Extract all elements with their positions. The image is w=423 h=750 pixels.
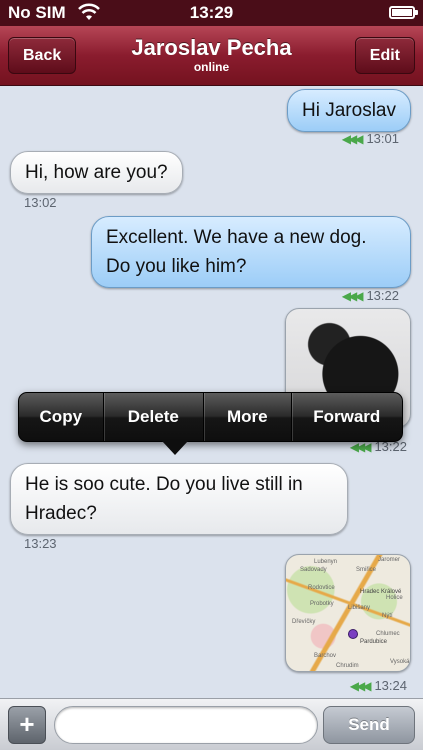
message-bubble[interactable]: Hi Jaroslav (287, 89, 411, 132)
map-pin-icon (348, 629, 358, 639)
map-label: Nýtí (382, 613, 393, 619)
message-bubble[interactable]: Hi, how are you? (10, 151, 183, 194)
message-meta: ◀◀◀ 13:22 (342, 288, 399, 303)
map-label: Vysoká (390, 659, 410, 665)
battery-charging-icon (389, 6, 418, 19)
message-time: 13:02 (24, 195, 57, 210)
copy-menu-item[interactable]: Copy (19, 393, 104, 441)
message-meta: ◀◀◀ 13:01 (342, 131, 399, 146)
map-label: Barchov (314, 653, 337, 659)
status-bar: No SIM 13:29 (0, 0, 423, 26)
clock: 13:29 (189, 3, 234, 22)
message-time: 13:23 (24, 536, 57, 551)
add-attachment-button[interactable]: + (8, 706, 46, 744)
map-label: Lubenyn (314, 559, 338, 565)
input-bar: + Send (0, 698, 423, 750)
map-label: Smiřice (356, 567, 377, 573)
message-time: 13:24 (374, 678, 407, 693)
map-label: Probotky (310, 601, 334, 607)
delivered-ticks-icon: ◀◀◀ (349, 440, 372, 454)
map-label: Chrudim (336, 663, 359, 669)
delivered-ticks-icon: ◀◀◀ (341, 289, 364, 303)
map-label: Rodovtice (308, 585, 335, 591)
delivered-ticks-icon: ◀◀◀ (341, 132, 364, 146)
message-time: 13:01 (366, 131, 399, 146)
edit-button[interactable]: Edit (354, 37, 415, 74)
send-button[interactable]: Send (323, 706, 415, 744)
map-label: Sadovady (300, 567, 327, 573)
map-location-message[interactable]: Lubenyn Jaromer Sadovady Smiřice Rodovti… (285, 554, 411, 672)
context-menu: Copy Delete More Forward (18, 392, 403, 442)
map-label: Dřevíčky (292, 619, 316, 625)
message-time: 13:22 (366, 288, 399, 303)
message-bubble[interactable]: Excellent. We have a new dog. Do you lik… (91, 216, 411, 288)
nav-bar: Back Jaroslav Pecha online Edit (0, 26, 423, 86)
message-meta: ◀◀◀ 13:24 (350, 678, 407, 693)
more-menu-item[interactable]: More (204, 393, 292, 441)
map-label: Chlumec (376, 631, 400, 637)
context-menu-pointer (162, 441, 188, 455)
map-label: Jaromer (378, 557, 401, 563)
delete-menu-item[interactable]: Delete (104, 393, 205, 441)
message-bubble[interactable]: He is soo cute. Do you live still in Hra… (10, 463, 348, 535)
message-input[interactable] (54, 706, 318, 744)
delivered-ticks-icon: ◀◀◀ (349, 679, 372, 693)
map-label: Libišany (348, 605, 371, 611)
forward-menu-item[interactable]: Forward (292, 393, 402, 441)
map-label: Pardubice (360, 639, 388, 645)
map-label: Holice (386, 595, 403, 601)
